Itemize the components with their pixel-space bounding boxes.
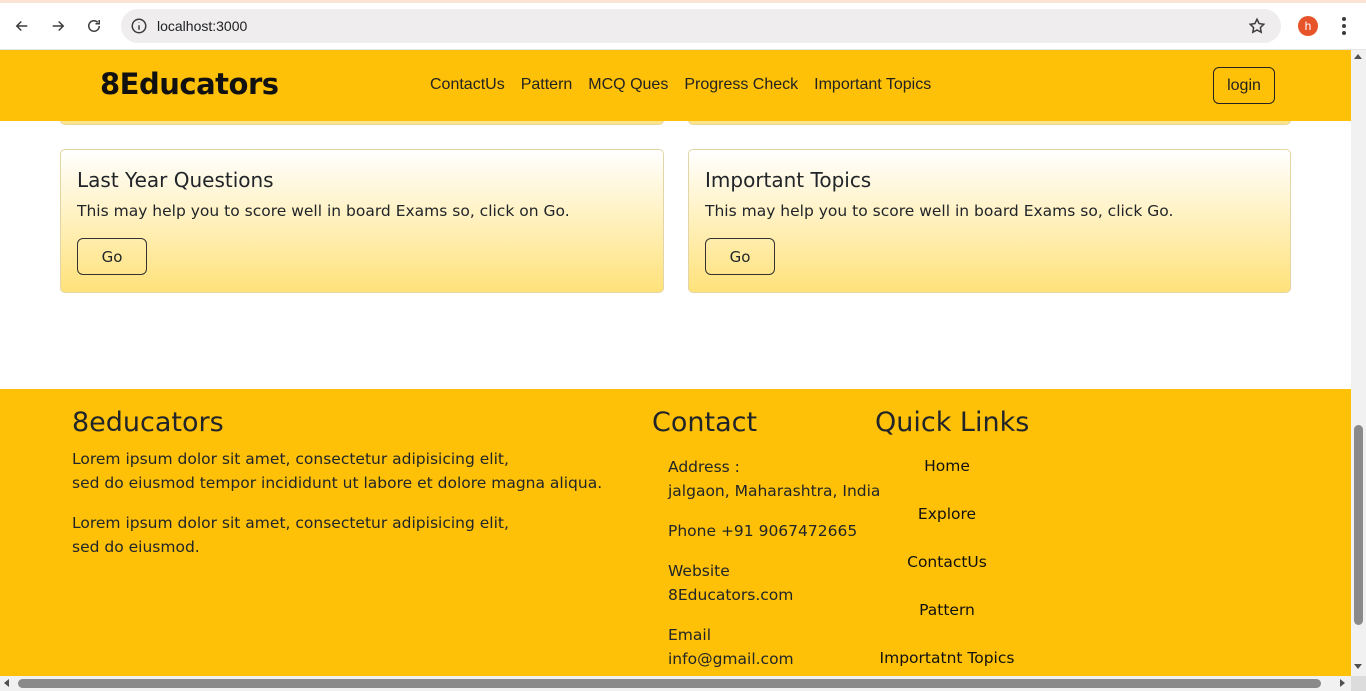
- nav-progress-check[interactable]: Progress Check: [676, 76, 806, 94]
- brand-logo[interactable]: 8Educators: [100, 67, 279, 101]
- login-button[interactable]: login: [1213, 67, 1275, 104]
- website-value[interactable]: 8Educators.com: [668, 583, 793, 607]
- card-last-year-questions: Last Year Questions This may help you to…: [60, 149, 664, 293]
- star-icon[interactable]: [1248, 17, 1266, 35]
- address-bar[interactable]: localhost:3000: [121, 9, 1281, 43]
- more-vert-icon[interactable]: [1336, 15, 1352, 37]
- profile-avatar[interactable]: h: [1298, 16, 1318, 36]
- scroll-up-arrow-icon[interactable]: [1354, 54, 1362, 59]
- site-header: 8Educators ContactUs Pattern MCQ Ques Pr…: [0, 50, 1351, 121]
- browser-toolbar: localhost:3000 h: [0, 3, 1366, 50]
- quick-link-pattern[interactable]: Pattern: [877, 601, 1017, 619]
- horizontal-scrollbar[interactable]: [0, 676, 1351, 691]
- forward-arrow-icon[interactable]: [44, 12, 72, 40]
- email-label: Email: [668, 626, 712, 644]
- quick-link-home[interactable]: Home: [877, 457, 1017, 475]
- address-value: jalgaon, Maharashtra, India: [668, 482, 881, 500]
- footer-about-line: sed do eiusmod tempor incididunt ut labo…: [72, 474, 603, 492]
- scroll-down-arrow-icon[interactable]: [1354, 664, 1362, 669]
- vertical-scroll-thumb[interactable]: [1354, 425, 1363, 625]
- card-text: This may help you to score well in board…: [705, 202, 1174, 220]
- footer-about-line: Lorem ipsum dolor sit amet, consectetur …: [72, 450, 509, 468]
- info-icon[interactable]: [130, 17, 148, 35]
- quick-links-heading: Quick Links: [875, 407, 1030, 438]
- go-button[interactable]: Go: [77, 238, 147, 275]
- horizontal-scroll-thumb[interactable]: [18, 679, 1321, 688]
- vertical-scrollbar[interactable]: [1351, 50, 1366, 676]
- quick-link-contactus[interactable]: ContactUs: [877, 553, 1017, 571]
- go-button[interactable]: Go: [705, 238, 775, 275]
- nav-contactus[interactable]: ContactUs: [422, 76, 513, 94]
- scrollbar-corner: [1351, 676, 1366, 691]
- address-label: Address :: [668, 458, 740, 476]
- back-arrow-icon[interactable]: [8, 12, 36, 40]
- card-text: This may help you to score well in board…: [77, 202, 570, 220]
- card-title: Important Topics: [705, 168, 872, 192]
- card-title: Last Year Questions: [77, 168, 274, 192]
- quick-link-explore[interactable]: Explore: [877, 505, 1017, 523]
- website-label: Website: [668, 562, 730, 580]
- url-text[interactable]: localhost:3000: [157, 18, 247, 34]
- site-footer: 8educators Lorem ipsum dolor sit amet, c…: [0, 389, 1351, 676]
- scroll-left-arrow-icon[interactable]: [4, 679, 9, 687]
- nav-important-topics[interactable]: Important Topics: [806, 76, 939, 94]
- nav-mcq-ques[interactable]: MCQ Ques: [580, 76, 676, 94]
- card-important-topics: Important Topics This may help you to sc…: [688, 149, 1291, 293]
- phone-text: Phone +91 9067472665: [668, 522, 858, 540]
- quick-link-important-topics[interactable]: Importatnt Topics: [877, 649, 1017, 667]
- contact-heading: Contact: [652, 407, 758, 438]
- page-viewport: 8Educators ContactUs Pattern MCQ Ques Pr…: [0, 50, 1351, 676]
- email-value[interactable]: info@gmail.com: [668, 647, 794, 671]
- scroll-right-arrow-icon[interactable]: [1340, 679, 1345, 687]
- footer-about-line: Lorem ipsum dolor sit amet, consectetur …: [72, 514, 509, 532]
- nav-pattern[interactable]: Pattern: [513, 76, 581, 94]
- footer-brand-title: 8educators: [72, 407, 224, 438]
- main-nav: ContactUs Pattern MCQ Ques Progress Chec…: [422, 76, 939, 94]
- reload-icon[interactable]: [80, 12, 108, 40]
- footer-about-line: sed do eiusmod.: [72, 538, 200, 556]
